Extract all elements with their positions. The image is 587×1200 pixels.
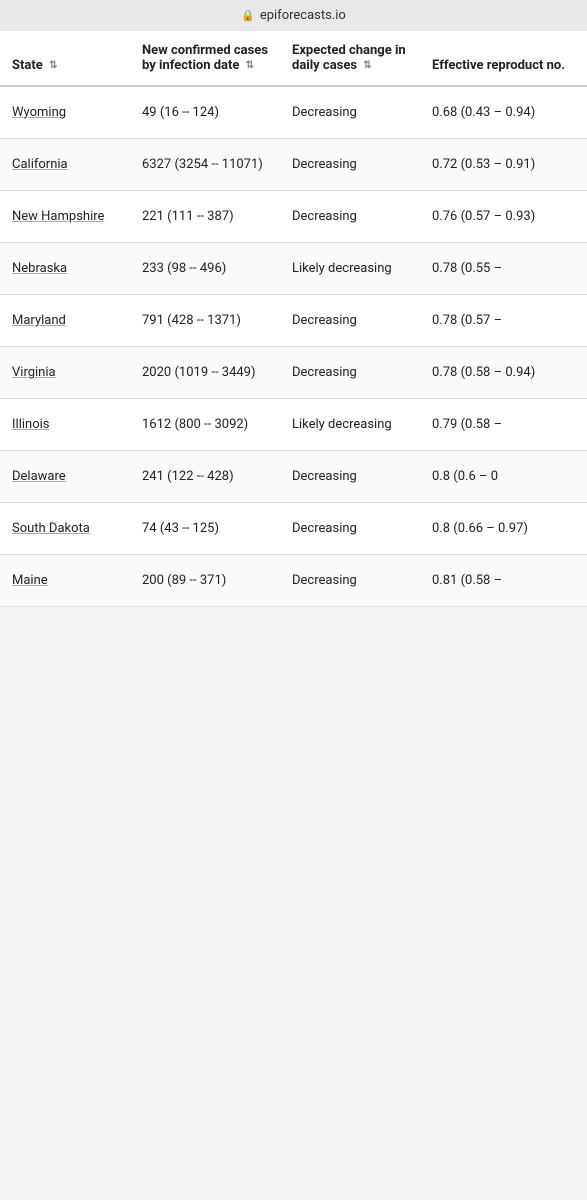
cell-change: Decreasing [280,191,420,243]
cell-change: Likely decreasing [280,399,420,451]
cell-cases: 1612 (800 -- 3092) [130,399,280,451]
table-row: Illinois 1612 (800 -- 3092)Likely decreas… [0,399,587,451]
cell-state: New Hampshire [0,191,130,243]
state-link[interactable]: Delaware [12,469,66,484]
cell-change: Decreasing [280,86,420,139]
sort-icon-change[interactable]: ⇅ [363,60,371,71]
cell-cases: 74 (43 -- 125) [130,503,280,555]
cell-rt: 0.8 (0.6 – 0 [420,451,587,503]
cell-state: Maine [0,555,130,607]
cell-rt: 0.72 (0.53 – 0.91) [420,139,587,191]
cell-state: Wyoming [0,86,130,139]
top-bar: 🔒 epiforecasts.io [0,0,587,31]
table-row: Maryland 791 (428 -- 1371)Decreasing0.78 … [0,295,587,347]
cell-state: Maryland [0,295,130,347]
cell-state: Nebraska [0,243,130,295]
cell-rt: 0.78 (0.55 – [420,243,587,295]
cell-change: Decreasing [280,139,420,191]
col-header-state[interactable]: State ⇅ [0,31,130,86]
cell-state: South Dakota [0,503,130,555]
cell-cases: 49 (16 -- 124) [130,86,280,139]
cell-cases: 6327 (3254 -- 11071) [130,139,280,191]
cell-rt: 0.79 (0.58 – [420,399,587,451]
lock-icon: 🔒 [241,9,255,22]
cell-rt: 0.78 (0.57 – [420,295,587,347]
cell-change: Decreasing [280,295,420,347]
cell-rt: 0.76 (0.57 – 0.93) [420,191,587,243]
table-row: New Hampshire 221 (111 -- 387)Decreasing0… [0,191,587,243]
cell-change: Decreasing [280,451,420,503]
sort-icon-cases[interactable]: ⇅ [246,60,254,71]
state-link[interactable]: New Hampshire [12,209,104,224]
cell-cases: 2020 (1019 -- 3449) [130,347,280,399]
cell-state: California [0,139,130,191]
cell-rt: 0.78 (0.58 – 0.94) [420,347,587,399]
table-row: Nebraska 233 (98 -- 496)Likely decreasing… [0,243,587,295]
domain-text: epiforecasts.io [260,8,346,23]
cell-state: Delaware [0,451,130,503]
col-header-change[interactable]: Expected change in daily cases ⇅ [280,31,420,86]
table-row: Delaware 241 (122 -- 428)Decreasing0.8 (0… [0,451,587,503]
col-header-rt: Effective reproduct no. [420,31,587,86]
data-table-container: State ⇅ New confirmed cases by infection… [0,31,587,607]
state-link[interactable]: Nebraska [12,261,67,276]
cell-cases: 200 (89 -- 371) [130,555,280,607]
state-link[interactable]: Maine [12,573,48,588]
state-link[interactable]: Maryland [12,313,66,328]
state-link[interactable]: Wyoming [12,105,66,120]
cell-cases: 233 (98 -- 496) [130,243,280,295]
table-row: Wyoming 49 (16 -- 124)Decreasing0.68 (0.4… [0,86,587,139]
table-row: Virginia 2020 (1019 -- 3449)Decreasing0.7… [0,347,587,399]
table-body: Wyoming49 (16 -- 124)Decreasing0.68 (0.4… [0,86,587,607]
state-link[interactable]: California [12,157,68,172]
cell-rt: 0.8 (0.66 – 0.97) [420,503,587,555]
cell-cases: 221 (111 -- 387) [130,191,280,243]
cell-change: Decreasing [280,503,420,555]
cell-state: Virginia [0,347,130,399]
col-header-cases[interactable]: New confirmed cases by infection date ⇅ [130,31,280,86]
table-row: Maine 200 (89 -- 371)Decreasing0.81 (0.58… [0,555,587,607]
data-table: State ⇅ New confirmed cases by infection… [0,31,587,607]
table-header-row: State ⇅ New confirmed cases by infection… [0,31,587,86]
cell-rt: 0.68 (0.43 – 0.94) [420,86,587,139]
cell-state: Illinois [0,399,130,451]
cell-change: Decreasing [280,347,420,399]
state-link[interactable]: Illinois [12,417,49,432]
state-link[interactable]: South Dakota [12,521,90,536]
sort-icon-state[interactable]: ⇅ [49,60,57,71]
cell-change: Decreasing [280,555,420,607]
cell-cases: 241 (122 -- 428) [130,451,280,503]
cell-cases: 791 (428 -- 1371) [130,295,280,347]
cell-change: Likely decreasing [280,243,420,295]
table-row: South Dakota 74 (43 -- 125)Decreasing0.8 … [0,503,587,555]
cell-rt: 0.81 (0.58 – [420,555,587,607]
state-link[interactable]: Virginia [12,365,56,380]
table-row: California 6327 (3254 -- 11071)Decreasing… [0,139,587,191]
